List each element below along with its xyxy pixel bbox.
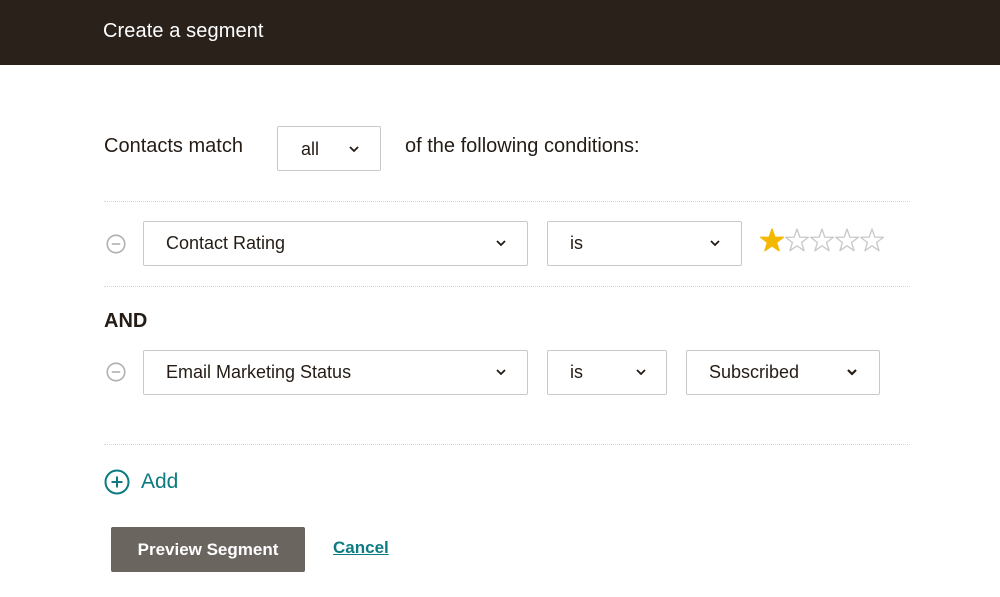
chevron-down-icon	[636, 369, 646, 376]
match-suffix-label: of the following conditions:	[405, 135, 640, 157]
condition-operator-select[interactable]: is	[547, 350, 667, 395]
header-bar: Create a segment	[0, 0, 1000, 65]
remove-condition-button[interactable]	[106, 234, 126, 254]
remove-condition-button[interactable]	[106, 362, 126, 382]
star-filled-icon[interactable]	[759, 228, 785, 252]
divider	[104, 444, 910, 445]
chevron-down-icon	[710, 240, 720, 247]
chevron-down-icon	[847, 369, 857, 376]
divider	[104, 201, 910, 202]
condition-operator-select[interactable]: is	[547, 221, 742, 266]
star-empty-icon[interactable]	[809, 228, 835, 252]
divider	[104, 286, 910, 287]
star-empty-icon[interactable]	[834, 228, 860, 252]
match-type-value: all	[301, 139, 320, 159]
condition-field-select[interactable]: Email Marketing Status	[143, 350, 528, 395]
star-empty-icon[interactable]	[859, 228, 885, 252]
condition-operator-value: is	[570, 362, 583, 382]
condition-field-value: Email Marketing Status	[166, 362, 352, 382]
chevron-down-icon	[496, 240, 506, 247]
chevron-down-icon	[496, 369, 506, 376]
condition-field-value: Contact Rating	[166, 233, 286, 253]
add-condition-label: Add	[141, 470, 179, 493]
contact-rating-stars[interactable]	[759, 227, 887, 255]
star-empty-icon[interactable]	[784, 228, 810, 252]
page-title: Create a segment	[103, 20, 264, 42]
preview-segment-button[interactable]: Preview Segment	[111, 527, 305, 572]
match-type-select[interactable]: all	[277, 126, 381, 171]
condition-operator-value: is	[570, 233, 583, 253]
condition-value-value: Subscribed	[709, 362, 800, 382]
condition-field-select[interactable]: Contact Rating	[143, 221, 528, 266]
condition-value-select[interactable]: Subscribed	[686, 350, 880, 395]
chevron-down-icon	[349, 146, 359, 153]
and-conjunction-label: AND	[104, 310, 148, 332]
plus-circle-icon	[104, 469, 130, 495]
cancel-link[interactable]: Cancel	[333, 538, 389, 558]
match-prefix-label: Contacts match	[104, 135, 243, 157]
